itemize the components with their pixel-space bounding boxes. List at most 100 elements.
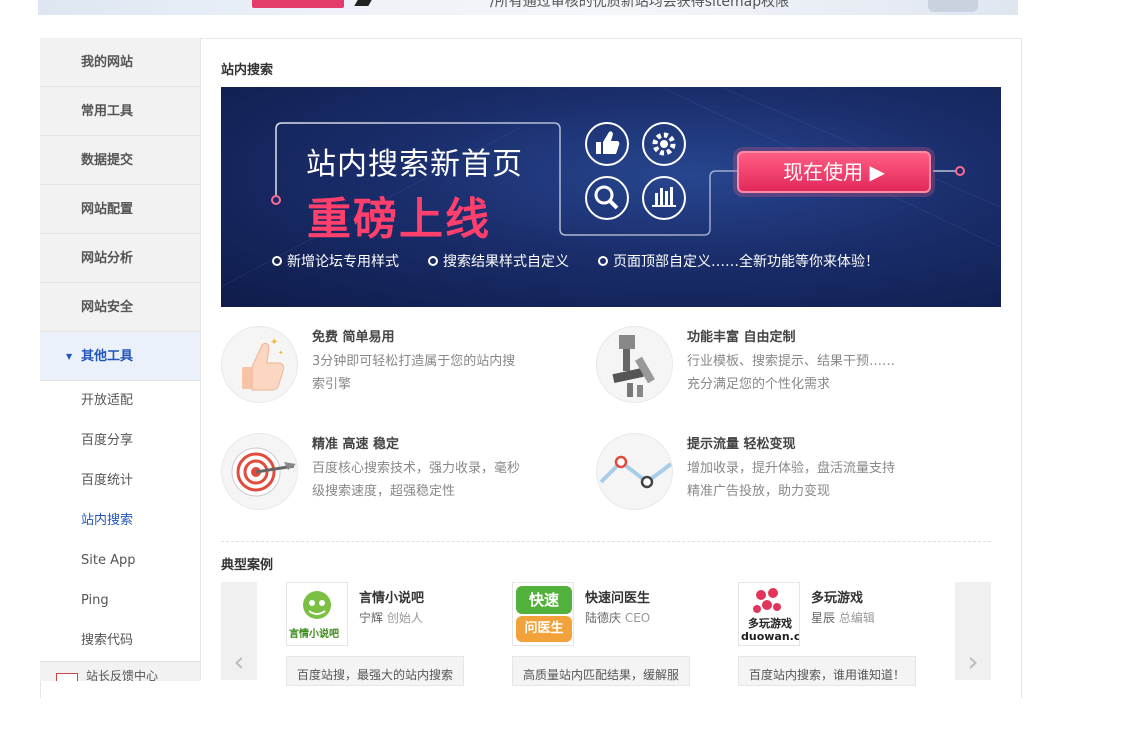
- bullet-icon: [598, 256, 608, 266]
- case-logo: 多玩游戏 duowan.com: [738, 582, 800, 646]
- gear-icon: [642, 122, 686, 166]
- banner-feature: 新增论坛专用样式: [272, 251, 399, 271]
- banner-headline: 重磅上线: [307, 194, 491, 245]
- case-quote: 百度站搜，最强大的站内搜索: [286, 656, 464, 686]
- banner-feature-label: 新增论坛专用样式: [287, 254, 399, 270]
- feature-title: 提示流量 轻松变现: [687, 437, 796, 452]
- prev-arrow-button[interactable]: ‹: [221, 582, 257, 680]
- sidebar-subitem-label: 百度统计: [81, 473, 134, 488]
- sidebar-item-site-security[interactable]: 网站安全: [40, 283, 200, 332]
- robot-arm-icon: [596, 326, 673, 403]
- top-banner[interactable]: /所有通过审核的优质新站均会获得sitemap权限: [38, 0, 1018, 15]
- feature-title: 功能丰富 自由定制: [687, 330, 796, 345]
- banner-feature-label: 页面顶部自定义……全新功能等你来体验！: [613, 254, 879, 270]
- sidebar-subitem-label: 百度分享: [81, 433, 134, 448]
- banner-feature: 页面顶部自定义……全新功能等你来体验！: [598, 251, 879, 271]
- page-title: 站内搜索: [221, 63, 274, 78]
- feature-description: 增加收录，提升体验，盘活流量支持精准广告投放，助力变现: [687, 461, 896, 499]
- case-person-name: 陆德庆: [585, 611, 622, 625]
- feature-free: ✦ ✦ 免费 简单易用 3分钟即可轻松打造属于您的站内搜索引擎: [221, 326, 581, 406]
- case-card[interactable]: 多玩游戏 duowan.com 多玩游戏 星辰 总编辑 百度站内搜索，谁用谁知道…: [738, 582, 938, 686]
- case-person: 星辰 总编辑: [811, 609, 875, 626]
- case-name: 多玩游戏: [811, 591, 864, 606]
- use-now-button[interactable]: 现在使用 ▶: [737, 151, 931, 193]
- sidebar-subitem-label: Ping: [81, 593, 109, 608]
- case-card[interactable]: 快速 问医生 快速问医生 陆德庆 CEO 高质量站内匹配结果，缓解服: [512, 582, 712, 686]
- sidebar-item-feedback[interactable]: 站长反馈中心: [40, 661, 200, 681]
- sidebar-item-label: 常用工具: [81, 104, 134, 119]
- case-quote: 高质量站内匹配结果，缓解服: [512, 656, 690, 686]
- sidebar-subitem-site-search[interactable]: 站内搜索: [40, 501, 200, 541]
- feature-traffic: 提示流量 轻松变现 增加收录，提升体验，盘活流量支持精准广告投放，助力变现: [596, 433, 956, 513]
- promo-banner[interactable]: 站内搜索新首页 重磅上线 现在使用 ▶ 新增论坛专用样式 搜索结果样式自定义 页…: [221, 87, 1001, 307]
- sidebar-subitem-site-app[interactable]: Site App: [40, 541, 200, 581]
- banner-title: 站内搜索新首页: [306, 147, 523, 182]
- case-person-role: CEO: [624, 611, 651, 625]
- case-person: 宁辉 创始人: [359, 609, 423, 626]
- svg-text:✦: ✦: [278, 349, 284, 357]
- sidebar-subitem-label: 开放适配: [81, 393, 134, 408]
- sidebar-item-label: 其他工具: [81, 349, 134, 364]
- sidebar-item-common-tools[interactable]: 常用工具: [40, 87, 200, 136]
- feature-title: 精准 高速 稳定: [312, 437, 400, 452]
- banner-decoration-right: [928, 0, 978, 12]
- thumbs-up-icon: ✦ ✦: [221, 326, 298, 403]
- case-name: 快速问医生: [585, 591, 651, 606]
- caret-down-icon: ▼: [66, 352, 73, 361]
- sidebar-item-label: 网站分析: [81, 251, 134, 266]
- bar-chart-icon: [642, 176, 686, 220]
- banner-logo: [252, 0, 344, 8]
- sidebar-subitem-search-code[interactable]: 搜索代码: [40, 621, 200, 661]
- svg-text:✦: ✦: [270, 337, 278, 348]
- banner-feature: 搜索结果样式自定义: [428, 251, 569, 271]
- sidebar-item-label: 网站安全: [81, 300, 134, 315]
- sidebar-item-label: 站长反馈中心: [86, 669, 159, 681]
- case-logo-text: 快速: [516, 586, 572, 614]
- sidebar-subitem-baidu-stats[interactable]: 百度统计: [40, 461, 200, 501]
- case-logo-text: 问医生: [516, 616, 572, 642]
- sidebar-item-site-analysis[interactable]: 网站分析: [40, 234, 200, 283]
- case-card[interactable]: 言情小说吧 言情小说吧 宁辉 创始人 百度站搜，最强大的站内搜索: [286, 582, 486, 686]
- sidebar-subitem-baidu-share[interactable]: 百度分享: [40, 421, 200, 461]
- feature-title: 免费 简单易用: [312, 330, 395, 345]
- banner-feature-label: 搜索结果样式自定义: [443, 254, 569, 270]
- case-person-role: 创始人: [386, 611, 423, 625]
- case-person-name: 宁辉: [359, 611, 384, 625]
- case-logo: 言情小说吧: [286, 582, 348, 646]
- sidebar-item-label: 数据提交: [81, 153, 134, 168]
- banner-decoration: [354, 0, 372, 6]
- cases-title: 典型案例: [221, 558, 274, 573]
- next-arrow-button[interactable]: ›: [955, 582, 991, 680]
- thumbs-up-icon: [585, 122, 629, 166]
- feature-description: 百度核心搜索技术，强力收录，毫秒级搜索速度，超强稳定性: [312, 461, 521, 499]
- feature-customizable: 功能丰富 自由定制 行业模板、搜索提示、结果干预……充分满足您的个性化需求: [596, 326, 956, 406]
- bullet-icon: [272, 256, 282, 266]
- section-divider: [221, 541, 991, 542]
- sidebar-subitem-open-adapt[interactable]: 开放适配: [40, 381, 200, 421]
- sidebar-subitem-label: 搜索代码: [81, 633, 134, 648]
- target-icon: [221, 433, 298, 510]
- sidebar-item-site-config[interactable]: 网站配置: [40, 185, 200, 234]
- banner-text: /所有通过审核的优质新站均会获得sitemap权限: [490, 0, 790, 10]
- case-quote: 百度站内搜索，谁用谁知道！: [738, 656, 916, 686]
- sidebar-item-my-sites[interactable]: 我的网站: [40, 38, 200, 87]
- case-person: 陆德庆 CEO: [585, 609, 650, 626]
- sidebar-item-label: 我的网站: [81, 55, 134, 70]
- feature-description: 行业模板、搜索提示、结果干预……充分满足您的个性化需求: [687, 354, 896, 392]
- sidebar-item-data-submit[interactable]: 数据提交: [40, 136, 200, 185]
- search-icon: [585, 176, 629, 220]
- case-logo-text: 言情小说吧: [289, 629, 339, 640]
- case-logo: 快速 问医生: [512, 582, 574, 646]
- case-person-role: 总编辑: [838, 611, 875, 625]
- bullet-icon: [428, 256, 438, 266]
- sidebar-subitem-ping[interactable]: Ping: [40, 581, 200, 621]
- case-name: 言情小说吧: [359, 591, 425, 606]
- feature-accurate: 精准 高速 稳定 百度核心搜索技术，强力收录，毫秒级搜索速度，超强稳定性: [221, 433, 581, 513]
- sidebar: 我的网站 常用工具 数据提交 网站配置 网站分析 网站安全 ▼ 其他工具 开放适…: [40, 38, 201, 681]
- sidebar-subitem-label: 站内搜索: [81, 513, 134, 528]
- case-logo-text: 多玩游戏 duowan.com: [741, 617, 800, 643]
- sidebar-item-other-tools[interactable]: ▼ 其他工具: [40, 332, 200, 381]
- feature-description: 3分钟即可轻松打造属于您的站内搜索引擎: [312, 354, 516, 392]
- case-person-name: 星辰: [811, 611, 836, 625]
- trend-line-icon: [596, 433, 673, 510]
